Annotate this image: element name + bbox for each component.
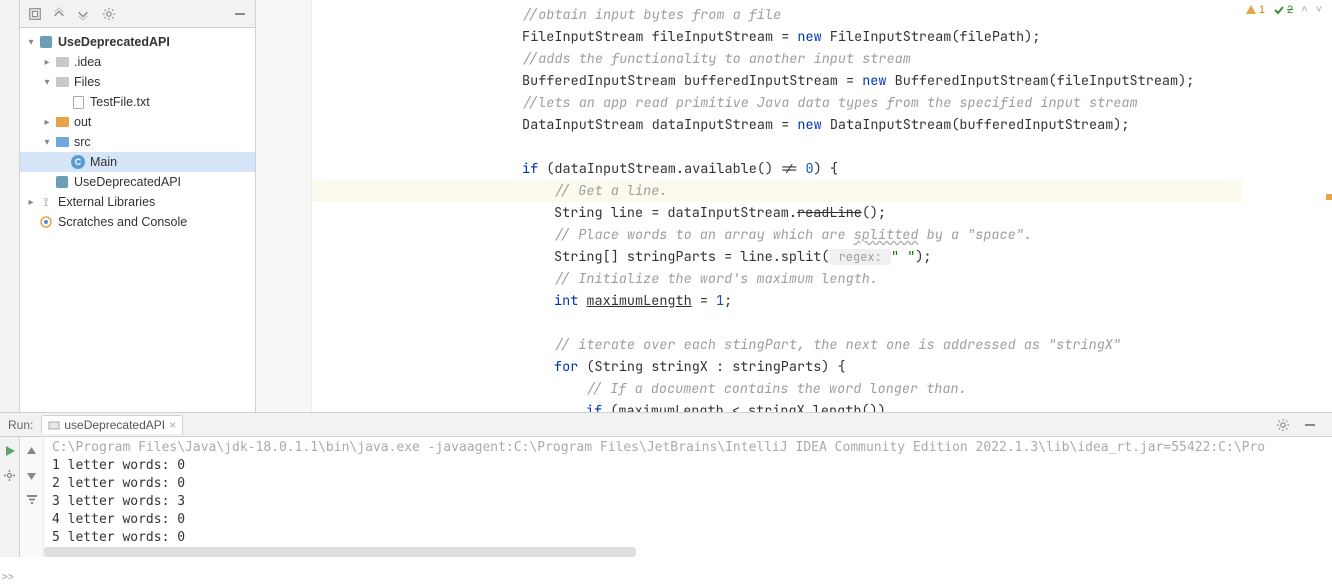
- chevron-down-icon[interactable]: ▾: [40, 77, 54, 88]
- chevron-down-icon[interactable]: ˅: [1316, 4, 1322, 16]
- tree-folder-src[interactable]: ▾ src: [20, 132, 255, 152]
- chevron-up-icon[interactable]: ˄: [1301, 4, 1307, 16]
- select-opened-file-icon[interactable]: [24, 3, 46, 25]
- folder-icon: [56, 57, 69, 67]
- libraries-icon: ⟟: [38, 194, 54, 210]
- project-toolbar: [20, 0, 255, 28]
- weak-warning-indicator[interactable]: 2: [1273, 4, 1293, 16]
- horizontal-scrollbar[interactable]: [44, 547, 636, 557]
- tree-root[interactable]: ▾ UseDeprecatedAPI: [20, 32, 255, 52]
- hide-icon[interactable]: [1304, 419, 1324, 431]
- warning-icon: [1245, 4, 1257, 16]
- run-tool-window: Run: useDeprecatedAPI × >> C:\Program Fi…: [0, 412, 1332, 557]
- console-line: 1 letter words: 0: [52, 457, 1324, 475]
- run-label: Run:: [8, 418, 33, 432]
- check-icon: [1273, 4, 1285, 16]
- class-icon: C: [71, 155, 85, 169]
- folder-icon: [56, 117, 69, 127]
- run-tab[interactable]: useDeprecatedAPI ×: [41, 415, 183, 434]
- module-icon: [40, 36, 52, 48]
- project-tool-window: ▾ UseDeprecatedAPI ▸ .idea ▾ Files TestF…: [20, 0, 256, 412]
- console-line: 2 letter words: 0: [52, 475, 1324, 493]
- close-icon[interactable]: ×: [169, 418, 176, 432]
- chevron-right-icon[interactable]: ▸: [24, 197, 38, 208]
- run-config-icon: [48, 419, 60, 431]
- project-name: UseDeprecatedAPI: [58, 35, 170, 49]
- tree-iml-file[interactable]: UseDeprecatedAPI: [20, 172, 255, 192]
- tree-file-testfile[interactable]: TestFile.txt: [20, 92, 255, 112]
- error-stripe-marker[interactable]: [1326, 194, 1332, 200]
- run-header: Run: useDeprecatedAPI ×: [0, 413, 1332, 437]
- down-icon[interactable]: [24, 467, 40, 483]
- tree-folder-idea[interactable]: ▸ .idea: [20, 52, 255, 72]
- up-icon[interactable]: [24, 443, 40, 459]
- left-gutter: [0, 0, 20, 412]
- chevron-right-icon[interactable]: ▸: [40, 117, 54, 128]
- tree-folder-out[interactable]: ▸ out: [20, 112, 255, 132]
- scratches-icon: [38, 214, 54, 230]
- rerun-icon[interactable]: [2, 443, 18, 459]
- filter-icon[interactable]: [24, 491, 40, 507]
- tree-external-libs[interactable]: ▸ ⟟ External Libraries: [20, 192, 255, 212]
- editor-gutter[interactable]: [256, 0, 312, 412]
- code-content[interactable]: //obtain input bytes from a file FileInp…: [256, 0, 1332, 412]
- more-icon[interactable]: >>: [2, 572, 14, 583]
- inspections-widget[interactable]: 1 2 ˄ ˅: [1245, 4, 1322, 16]
- settings-icon[interactable]: [2, 467, 18, 483]
- run-action-toolbar: >>: [0, 437, 20, 557]
- tree-folder-files[interactable]: ▾ Files: [20, 72, 255, 92]
- console-line: 5 letter words: 0: [52, 529, 1324, 547]
- expand-all-icon[interactable]: [48, 3, 70, 25]
- gear-icon[interactable]: [1276, 418, 1296, 432]
- console-output[interactable]: C:\Program Files\Java\jdk-18.0.1.1\bin\j…: [44, 437, 1332, 557]
- tree-scratches[interactable]: Scratches and Console: [20, 212, 255, 232]
- tree-class-main[interactable]: C Main: [20, 152, 255, 172]
- run-nav-toolbar: [20, 437, 44, 557]
- command-line: C:\Program Files\Java\jdk-18.0.1.1\bin\j…: [52, 439, 1324, 457]
- editor[interactable]: 1 2 ˄ ˅ //obtain input bytes from a file…: [256, 0, 1332, 412]
- folder-icon: [56, 77, 69, 87]
- project-tree[interactable]: ▾ UseDeprecatedAPI ▸ .idea ▾ Files TestF…: [20, 28, 255, 412]
- folder-icon: [56, 137, 69, 147]
- chevron-right-icon[interactable]: ▸: [40, 57, 54, 68]
- console-line: 4 letter words: 0: [52, 511, 1324, 529]
- chevron-down-icon[interactable]: ▾: [24, 37, 38, 48]
- hide-icon[interactable]: [229, 3, 251, 25]
- console-line: 3 letter words: 3: [52, 493, 1324, 511]
- iml-icon: [56, 176, 68, 188]
- gear-icon[interactable]: [98, 3, 120, 25]
- chevron-down-icon[interactable]: ▾: [40, 137, 54, 148]
- text-file-icon: [73, 96, 84, 109]
- warning-indicator[interactable]: 1: [1245, 4, 1265, 16]
- collapse-all-icon[interactable]: [72, 3, 94, 25]
